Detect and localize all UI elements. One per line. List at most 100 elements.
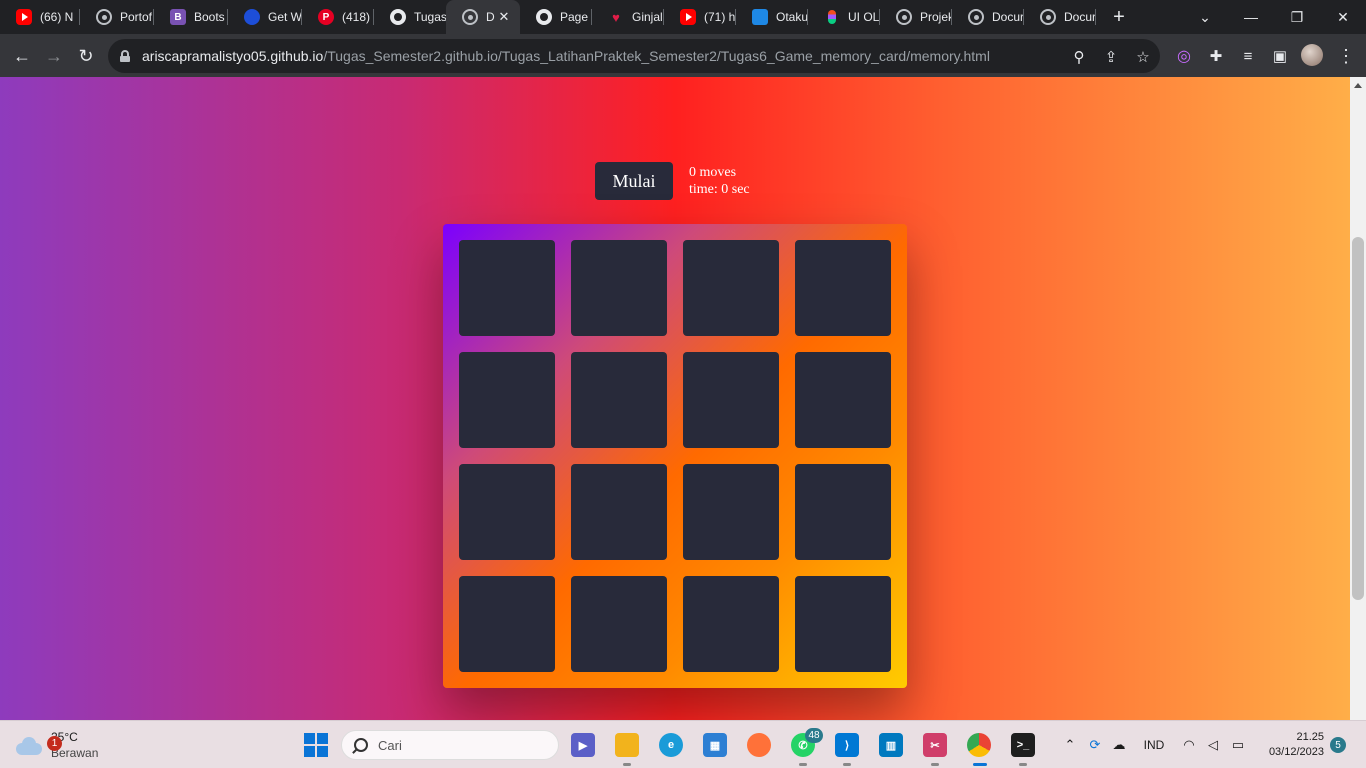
extensions-puzzle-icon[interactable]: ✚ bbox=[1202, 42, 1230, 70]
terminal-icon[interactable]: >_ bbox=[1011, 733, 1035, 766]
whatsapp-badge: 48 bbox=[805, 728, 823, 743]
memory-card[interactable] bbox=[459, 352, 555, 448]
globe-icon bbox=[462, 9, 478, 25]
battery-icon[interactable]: ▭ bbox=[1228, 736, 1248, 754]
memory-board bbox=[443, 224, 907, 688]
meet-chat-icon[interactable]: ▶ bbox=[571, 733, 595, 757]
browser-tab[interactable]: B Boots bbox=[154, 0, 228, 34]
minimize-button[interactable]: — bbox=[1228, 0, 1274, 34]
memory-card[interactable] bbox=[571, 352, 667, 448]
memory-card[interactable] bbox=[571, 240, 667, 336]
profile-avatar[interactable] bbox=[1301, 44, 1323, 66]
memory-card[interactable] bbox=[683, 352, 779, 448]
page-scrollbar[interactable] bbox=[1350, 77, 1366, 720]
reload-icon[interactable]: ↻ bbox=[72, 42, 100, 70]
wifi-icon[interactable]: ◠ bbox=[1180, 736, 1198, 754]
browser-tab[interactable]: UI OL bbox=[808, 0, 880, 34]
browser-tab[interactable]: Otaku bbox=[736, 0, 808, 34]
youtube-icon bbox=[16, 9, 32, 25]
menu-kebab-icon[interactable]: ⋮ bbox=[1332, 42, 1360, 70]
browser-tab[interactable]: Get W bbox=[228, 0, 302, 34]
bookmark-star-icon[interactable]: ☆ bbox=[1134, 48, 1152, 66]
chrome-icon[interactable] bbox=[967, 733, 991, 766]
windows-taskbar: 1 25°C Berawan Cari ▶ e ▦ ✆ 48 ⟩ ▥ ✂ >_ … bbox=[0, 720, 1366, 768]
browser-tab-strip: (66) N Portof B Boots Get W P (418) I Tuga… bbox=[0, 0, 1366, 34]
scroll-up-arrow-icon[interactable] bbox=[1354, 83, 1362, 88]
memory-card[interactable] bbox=[795, 352, 891, 448]
memory-card[interactable] bbox=[795, 576, 891, 672]
otaku-icon bbox=[752, 9, 768, 25]
moves-counter: 0 moves bbox=[689, 165, 737, 180]
memory-card[interactable] bbox=[683, 576, 779, 672]
store-icon[interactable]: ▦ bbox=[703, 733, 727, 757]
restore-button[interactable]: ❐ bbox=[1274, 0, 1320, 34]
taskbar-search[interactable]: Cari bbox=[341, 730, 559, 760]
cloud-status-icon[interactable]: ☁ bbox=[1110, 736, 1128, 754]
url-text: ariscapramalistyo05.github.io/Tugas_Seme… bbox=[142, 48, 990, 64]
clock-time: 21.25 bbox=[1296, 731, 1324, 743]
browser-tab-active[interactable]: D ✕ bbox=[446, 0, 520, 34]
lock-icon[interactable] bbox=[120, 50, 130, 62]
address-bar[interactable]: ariscapramalistyo05.github.io/Tugas_Seme… bbox=[108, 39, 1160, 73]
new-tab-button[interactable]: + bbox=[1107, 5, 1131, 29]
trello-icon[interactable]: ▥ bbox=[879, 733, 903, 757]
app-icon bbox=[244, 9, 260, 25]
memory-card[interactable] bbox=[683, 464, 779, 560]
vscode-icon[interactable]: ⟩ bbox=[835, 733, 859, 766]
scrollbar-thumb[interactable] bbox=[1352, 237, 1364, 600]
browser-tab[interactable]: Docur bbox=[952, 0, 1024, 34]
browser-toolbar: ← → ↻ ariscapramalistyo05.github.io/Tuga… bbox=[0, 34, 1366, 77]
memory-card[interactable] bbox=[683, 240, 779, 336]
memory-card[interactable] bbox=[571, 576, 667, 672]
browser-tab[interactable]: Tugas bbox=[374, 0, 446, 34]
close-tab-icon[interactable]: ✕ bbox=[496, 9, 512, 25]
side-panel-icon[interactable]: ▣ bbox=[1266, 42, 1294, 70]
timer: time: 0 sec bbox=[689, 182, 750, 197]
youtube-icon bbox=[680, 9, 696, 25]
back-arrow-icon[interactable]: ← bbox=[8, 42, 36, 70]
system-clock[interactable]: 21.25 03/12/2023 bbox=[1262, 730, 1324, 760]
volume-icon[interactable]: ◁ bbox=[1204, 736, 1222, 754]
memory-card[interactable] bbox=[459, 240, 555, 336]
memory-card[interactable] bbox=[571, 464, 667, 560]
heart-icon: ♥ bbox=[612, 9, 620, 25]
snipping-tool-icon[interactable]: ✂ bbox=[923, 733, 947, 766]
weather-badge: 1 bbox=[47, 736, 62, 751]
browser-tab[interactable]: Portof bbox=[80, 0, 154, 34]
memory-card[interactable] bbox=[459, 576, 555, 672]
firefox-icon[interactable] bbox=[747, 733, 771, 757]
start-button[interactable]: Mulai bbox=[595, 162, 673, 200]
language-indicator[interactable]: IND bbox=[1140, 736, 1168, 754]
edge-icon[interactable]: e bbox=[659, 733, 683, 757]
tab-search-chevron-icon[interactable]: ⌄ bbox=[1182, 0, 1228, 34]
github-icon bbox=[536, 9, 552, 25]
browser-tab[interactable]: Projek bbox=[880, 0, 952, 34]
notification-badge[interactable]: 5 bbox=[1330, 737, 1346, 753]
color-extension-icon[interactable]: ◎ bbox=[1170, 42, 1198, 70]
browser-tab[interactable]: (71) h bbox=[664, 0, 736, 34]
chevron-up-icon[interactable]: ⌃ bbox=[1062, 736, 1078, 754]
forward-arrow-icon[interactable]: → bbox=[40, 42, 68, 70]
memory-card[interactable] bbox=[795, 464, 891, 560]
close-window-button[interactable]: ✕ bbox=[1320, 0, 1366, 34]
share-icon[interactable]: ⇪ bbox=[1102, 48, 1120, 66]
memory-card[interactable] bbox=[459, 464, 555, 560]
media-control-icon[interactable]: ≡ bbox=[1234, 42, 1262, 70]
windows-start-icon[interactable] bbox=[304, 733, 328, 757]
weather-widget[interactable]: 1 25°C Berawan bbox=[16, 729, 98, 761]
memory-card[interactable] bbox=[795, 240, 891, 336]
file-explorer-icon[interactable] bbox=[615, 733, 639, 766]
globe-icon bbox=[896, 9, 912, 25]
globe-icon bbox=[96, 9, 112, 25]
browser-tab[interactable]: Page r bbox=[520, 0, 592, 34]
search-icon bbox=[354, 738, 368, 752]
browser-tab[interactable]: ♥ Ginjal bbox=[592, 0, 664, 34]
search-placeholder: Cari bbox=[378, 737, 402, 753]
sync-icon[interactable]: ⟳ bbox=[1086, 736, 1104, 754]
zoom-icon[interactable]: ⚲ bbox=[1070, 48, 1088, 66]
browser-tab[interactable]: (66) N bbox=[0, 0, 80, 34]
figma-icon bbox=[824, 9, 840, 25]
game-controls: Mulai 0 moves time: 0 sec bbox=[595, 162, 750, 200]
browser-tab[interactable]: Docur bbox=[1024, 0, 1096, 34]
browser-tab[interactable]: P (418) I bbox=[302, 0, 374, 34]
